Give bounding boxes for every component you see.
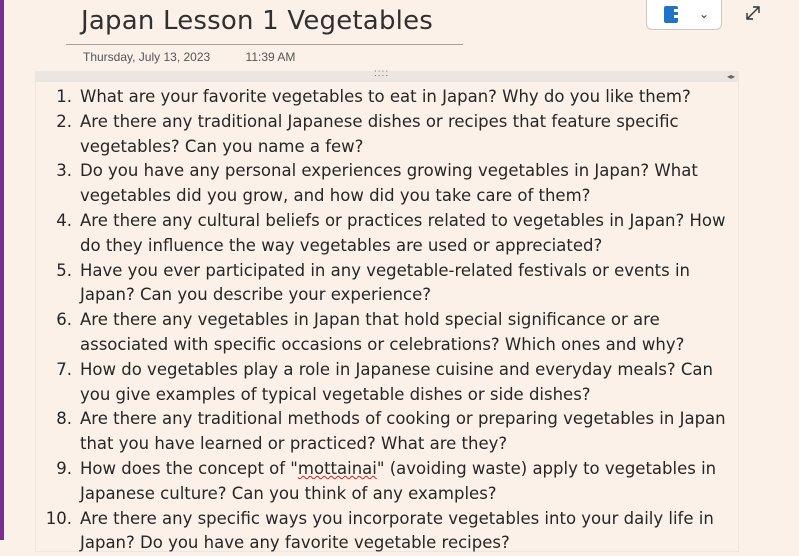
list-item[interactable]: 9. How does the concept of "mottainai" (a… <box>56 457 735 507</box>
list-item-number: 4. <box>56 210 72 230</box>
expand-icon[interactable] <box>743 3 763 23</box>
list-item-number: 9. <box>56 458 72 478</box>
resize-arrows-icon[interactable]: ◂▸ <box>727 71 735 82</box>
list-item-number: 8. <box>56 409 72 429</box>
page-timestamp: Thursday, July 13, 2023 11:39 AM <box>83 50 295 64</box>
list-item-text[interactable]: Are there any specific ways you incorpor… <box>80 509 714 553</box>
list-item-number: 5. <box>56 260 72 280</box>
list-item-text[interactable]: What are your favorite vegetables to eat… <box>80 87 691 106</box>
list-item-text-part: How does the concept of " <box>80 458 298 478</box>
list-item[interactable]: 10. Are there any specific ways you incor… <box>46 507 735 556</box>
list-item[interactable]: 6. Are there any vegetables in Japan that… <box>56 308 735 358</box>
page-time: 11:39 AM <box>245 50 296 64</box>
list-item[interactable]: 5. Have you ever participated in any vege… <box>56 259 735 309</box>
page-title[interactable]: Japan Lesson 1 Vegetables <box>81 6 433 36</box>
list-item[interactable]: 7. How do vegetables play a role in Japan… <box>56 358 735 408</box>
list-item-number: 7. <box>56 359 72 379</box>
chevron-down-icon: ⌄ <box>699 7 710 21</box>
list-item[interactable]: 3. Do you have any personal experiences g… <box>56 159 735 209</box>
note-page[interactable]: Japan Lesson 1 Vegetables Thursday, July… <box>4 0 799 552</box>
list-item-text[interactable]: How do vegetables play a role in Japanes… <box>80 360 713 404</box>
list-item-text[interactable]: Are there any traditional Japanese dishe… <box>80 112 679 156</box>
list-item-text[interactable]: How does the concept of "mottainai" (avo… <box>80 459 716 503</box>
list-item[interactable]: 1. What are your favorite vegetables to e… <box>56 85 735 110</box>
notebook-picker-button[interactable]: ⌄ <box>646 0 722 30</box>
list-item[interactable]: 2. Are there any traditional Japanese dis… <box>56 110 735 160</box>
drag-handle-icon[interactable]: :::: <box>374 68 389 79</box>
list-item-text[interactable]: Are there any cultural beliefs or practi… <box>80 211 726 255</box>
list-item[interactable]: 8. Are there any traditional methods of c… <box>56 407 735 457</box>
title-underline <box>66 44 463 45</box>
list-item-text[interactable]: Are there any vegetables in Japan that h… <box>80 310 684 354</box>
notebook-icon <box>664 6 678 23</box>
list-item-text[interactable]: Are there any traditional methods of coo… <box>80 409 726 453</box>
list-item[interactable]: 4. Are there any cultural beliefs or prac… <box>56 209 735 259</box>
spellcheck-flagged-word[interactable]: mottainai <box>298 459 377 478</box>
list-item-number: 6. <box>56 310 72 330</box>
list-item-number: 3. <box>56 161 72 181</box>
question-list[interactable]: 1. What are your favorite vegetables to e… <box>46 85 735 556</box>
note-container-handle[interactable]: :::: ◂▸ <box>35 68 739 82</box>
list-item-number: 2. <box>56 111 72 131</box>
list-item-text[interactable]: Have you ever participated in any vegeta… <box>80 261 690 305</box>
list-item-number: 10. <box>45 508 72 528</box>
page-date: Thursday, July 13, 2023 <box>83 50 211 64</box>
list-item-text[interactable]: Do you have any personal experiences gro… <box>80 161 698 205</box>
list-item-number: 1. <box>56 87 72 106</box>
